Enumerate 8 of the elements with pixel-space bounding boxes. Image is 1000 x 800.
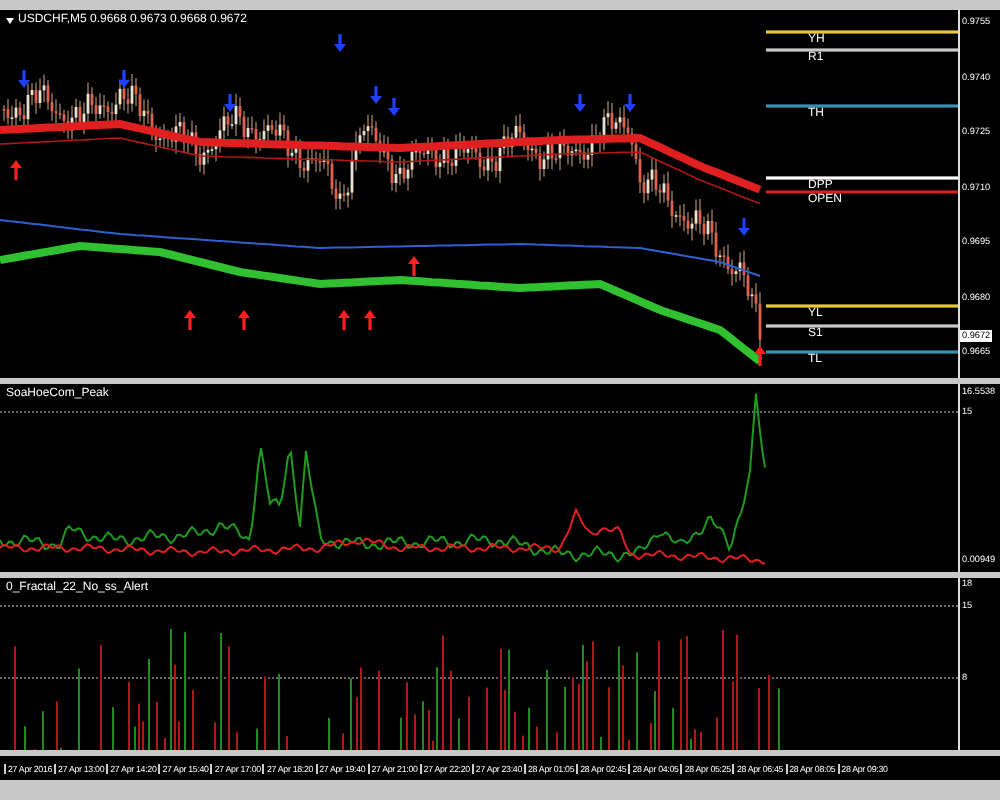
buy-arrow-icon (238, 310, 250, 330)
dropdown-icon[interactable] (6, 17, 14, 23)
buy-arrow-icon (408, 256, 420, 276)
buy-arrow-icon (184, 310, 196, 330)
buy-arrow-icon (10, 160, 22, 180)
buy-arrow-icon (364, 310, 376, 330)
buy-arrow-icon (338, 310, 350, 330)
buy-arrow-icon (754, 346, 766, 366)
